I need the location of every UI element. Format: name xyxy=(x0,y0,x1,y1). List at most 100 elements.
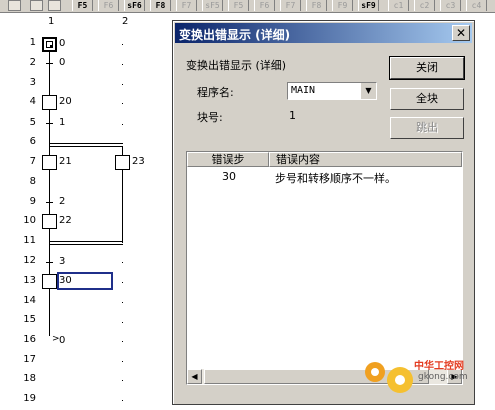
grid-dot xyxy=(122,361,123,362)
row-number: 8 xyxy=(29,176,36,187)
fkey-button[interactable]: F5 xyxy=(72,0,93,11)
step-label: 0 xyxy=(59,38,66,49)
error-detail-dialog: 变换出错显示 (详细) ✕ 变换出错显示 (详细) 程序名: MAIN ▼ 块号… xyxy=(172,20,475,405)
column-header-error-step[interactable]: 错误步 xyxy=(187,152,269,167)
column-header: 2 xyxy=(122,16,129,27)
grid-dot xyxy=(122,124,123,125)
toolbar-icon[interactable] xyxy=(48,0,61,11)
fkey-button[interactable]: sF6 xyxy=(124,0,145,11)
row-number: 16 xyxy=(23,334,36,345)
step-label: 23 xyxy=(132,156,145,167)
sfc-initial-step[interactable] xyxy=(42,37,57,52)
row-number: 13 xyxy=(23,275,36,286)
program-name-select[interactable]: MAIN ▼ xyxy=(287,82,377,100)
close-button[interactable]: 关闭 xyxy=(389,56,465,80)
grid-dot xyxy=(122,322,123,323)
fkey-button[interactable]: F9 xyxy=(332,0,353,11)
grid-dot xyxy=(122,103,123,104)
all-blocks-button[interactable]: 全块 xyxy=(390,88,464,110)
row-number: 9 xyxy=(29,196,36,207)
row-number: 14 xyxy=(23,295,36,306)
dialog-titlebar[interactable]: 变换出错显示 (详细) ✕ xyxy=(175,23,472,43)
fkey-button[interactable]: F8 xyxy=(150,0,171,11)
row-number: 10 xyxy=(23,215,36,226)
fkey-button[interactable]: c2 xyxy=(414,0,435,11)
grid-dot xyxy=(122,262,123,263)
parallel-branch-line xyxy=(49,143,123,144)
sfc-step[interactable] xyxy=(42,155,57,170)
error-list[interactable]: 错误步 错误内容 30 步号和转移顺序不一样。 ◀ ▶ xyxy=(186,151,463,385)
row-number: 5 xyxy=(29,117,36,128)
gear-logo-icon xyxy=(365,362,413,393)
fkey-button[interactable]: F5 xyxy=(228,0,249,11)
watermark-title: 中华工控网 xyxy=(414,361,464,372)
parallel-branch-line xyxy=(49,244,123,245)
transition-label: 3 xyxy=(59,256,66,267)
sfc-step[interactable] xyxy=(42,95,57,110)
row-number: 17 xyxy=(23,354,36,365)
jump-button: 跳出 xyxy=(390,117,464,139)
block-number-label: 块号: xyxy=(197,111,223,124)
step-label: 20 xyxy=(59,96,72,107)
fkey-button[interactable]: c1 xyxy=(388,0,409,11)
error-content-cell[interactable]: 步号和转移顺序不一样。 xyxy=(275,170,396,186)
scroll-left-icon[interactable]: ◀ xyxy=(187,369,202,384)
parallel-branch-line xyxy=(49,146,123,147)
fkey-button[interactable]: sF5 xyxy=(202,0,223,11)
dialog-title: 变换出错显示 (详细) xyxy=(179,28,291,42)
initial-step-icon xyxy=(46,41,53,48)
row-number: 2 xyxy=(29,57,36,68)
step-label: 30 xyxy=(59,275,72,286)
row-number: 12 xyxy=(23,255,36,266)
grid-dot xyxy=(122,282,123,283)
row-number: 7 xyxy=(29,156,36,167)
transition-label: 2 xyxy=(59,196,66,207)
block-number-value: 1 xyxy=(289,109,296,122)
fkey-button[interactable]: sF9 xyxy=(358,0,379,11)
fkey-button[interactable]: F6 xyxy=(254,0,275,11)
transition-mark xyxy=(46,262,53,263)
dialog-heading: 变换出错显示 (详细) xyxy=(186,59,287,72)
fkey-button[interactable]: F7 xyxy=(176,0,197,11)
function-key-toolbar: F5 F6 sF6 F8 F7 sF5 F5 F6 F7 F8 F9 sF9 c… xyxy=(0,0,495,13)
jump-label: 0 xyxy=(59,335,66,346)
chevron-down-icon[interactable]: ▼ xyxy=(360,83,376,99)
row-number: 19 xyxy=(23,393,36,404)
error-step-cell[interactable]: 30 xyxy=(222,170,236,183)
row-number: 15 xyxy=(23,314,36,325)
column-header: 1 xyxy=(48,16,55,27)
close-icon[interactable]: ✕ xyxy=(452,25,470,41)
fkey-button[interactable]: c3 xyxy=(440,0,461,11)
sfc-step[interactable] xyxy=(115,155,130,170)
toolbar-icon[interactable] xyxy=(30,0,43,11)
parallel-branch-line xyxy=(49,241,123,242)
toolbar-icon[interactable] xyxy=(8,0,21,11)
row-number: 4 xyxy=(29,96,36,107)
program-name-value: MAIN xyxy=(291,85,316,96)
fkey-button[interactable]: c4 xyxy=(466,0,487,11)
row-number: 6 xyxy=(29,136,36,147)
step-label: 21 xyxy=(59,156,72,167)
transition-mark xyxy=(46,63,53,64)
fkey-button[interactable]: F6 xyxy=(98,0,119,11)
fkey-button[interactable]: F7 xyxy=(280,0,301,11)
row-number: 18 xyxy=(23,373,36,384)
sfc-step[interactable] xyxy=(42,274,57,289)
fkey-button[interactable]: F8 xyxy=(306,0,327,11)
transition-label: 0 xyxy=(59,57,66,68)
transition-mark xyxy=(46,123,53,124)
column-header-error-content[interactable]: 错误内容 xyxy=(269,152,462,167)
watermark-url: gkong.com xyxy=(418,372,468,382)
grid-dot xyxy=(122,380,123,381)
row-number: 11 xyxy=(23,235,36,246)
grid-dot xyxy=(122,84,123,85)
program-name-label: 程序名: xyxy=(197,86,234,99)
row-number: 1 xyxy=(29,37,36,48)
grid-dot xyxy=(122,64,123,65)
transition-label: 1 xyxy=(59,117,66,128)
grid-dot xyxy=(122,44,123,45)
step-label: 22 xyxy=(59,215,72,226)
grid-dot xyxy=(122,341,123,342)
grid-dot xyxy=(122,400,123,401)
sfc-step[interactable] xyxy=(42,214,57,229)
